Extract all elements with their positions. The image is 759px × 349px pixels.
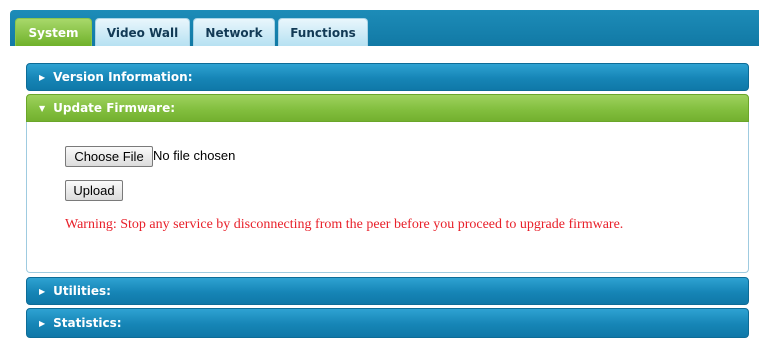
firmware-warning: Warning: Stop any service by disconnecti… xyxy=(65,217,624,232)
panel-utilities[interactable]: ▶ Utilities: xyxy=(26,277,749,305)
panel-version-information[interactable]: ▶ Version Information: xyxy=(26,63,749,91)
chevron-right-icon: ▶ xyxy=(39,72,46,82)
tab-network[interactable]: Network xyxy=(193,18,275,46)
panel-update-firmware[interactable]: ▼ Update Firmware: xyxy=(26,94,749,122)
chevron-right-icon: ▶ xyxy=(39,318,46,328)
panel-statistics[interactable]: ▶ Statistics: xyxy=(26,308,749,338)
file-status: No file chosen xyxy=(153,148,236,163)
panel-label: Utilities: xyxy=(53,284,111,298)
upload-button[interactable]: Upload xyxy=(65,180,123,201)
panel-label: Statistics: xyxy=(53,316,122,330)
chevron-right-icon: ▶ xyxy=(39,286,46,296)
tab-bar: System Video Wall Network Functions xyxy=(10,10,759,46)
choose-file-button[interactable]: Choose File xyxy=(65,146,153,167)
panel-label: Update Firmware: xyxy=(53,101,176,115)
panel-label: Version Information: xyxy=(53,70,193,84)
tab-video-wall[interactable]: Video Wall xyxy=(95,18,190,46)
chevron-down-icon: ▼ xyxy=(39,103,46,113)
tab-system[interactable]: System xyxy=(15,18,92,46)
tab-functions[interactable]: Functions xyxy=(278,18,368,46)
update-firmware-content: Choose File No file chosen Upload Warnin… xyxy=(26,122,749,273)
